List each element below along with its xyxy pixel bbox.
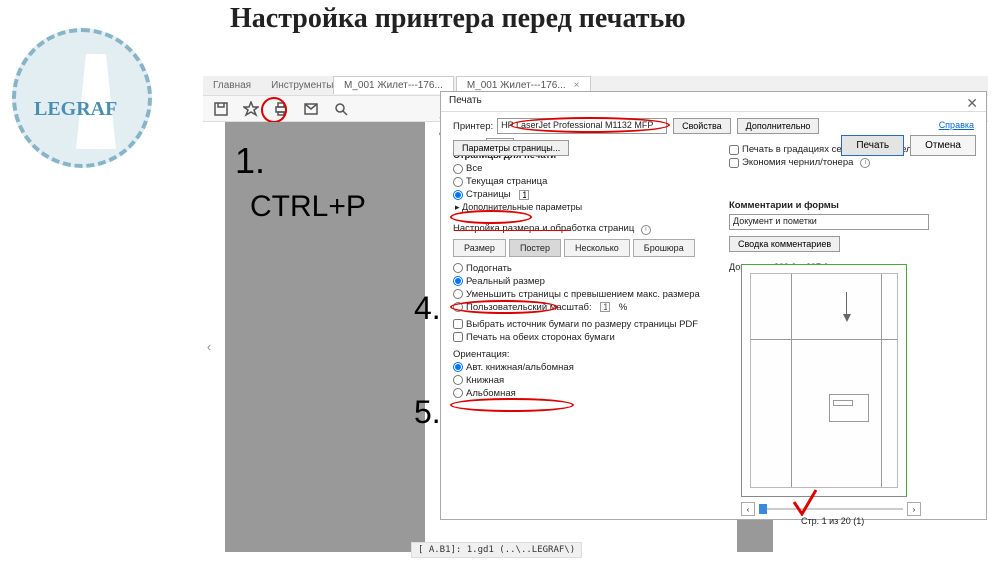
size-mode-multi[interactable]: Несколько	[564, 239, 630, 257]
annotation-4: 4.	[414, 290, 441, 327]
printer-label: Принтер:	[453, 121, 493, 132]
annotation-5: 5.	[414, 394, 441, 431]
comments-summary-button[interactable]: Сводка комментариев	[729, 236, 840, 252]
size-mode-poster[interactable]: Постер	[509, 239, 561, 257]
radio-realsize[interactable]: Реальный размер	[453, 276, 723, 287]
radio-pages[interactable]: Страницы	[453, 189, 723, 200]
annotation-checkmark	[792, 488, 818, 516]
annotation-ellipse-pages	[450, 210, 532, 224]
size-section-label: Настройка размера и обработка страниц i	[453, 223, 723, 235]
checkbox-papersrc[interactable]: Выбрать источник бумаги по размеру стран…	[453, 319, 723, 330]
size-mode-size[interactable]: Размер	[453, 239, 506, 257]
star-icon[interactable]	[243, 101, 259, 117]
save-icon[interactable]	[213, 101, 229, 117]
info-icon[interactable]: i	[641, 225, 651, 235]
slider-prev-icon[interactable]: ‹	[741, 502, 755, 516]
search-icon[interactable]	[333, 101, 349, 117]
size-mode-brochure[interactable]: Брошюра	[633, 239, 695, 257]
print-button[interactable]: Печать	[841, 135, 904, 156]
preview-zoom-slider[interactable]: ‹ ›	[741, 502, 921, 516]
annotation-circle-print	[261, 97, 287, 123]
advanced-button[interactable]: Дополнительно	[737, 118, 820, 134]
radio-fit[interactable]: Подогнать	[453, 263, 723, 274]
annotation-underline-params	[454, 230, 570, 231]
info-icon[interactable]: i	[860, 158, 870, 168]
pages-input[interactable]	[519, 190, 529, 200]
dialog-titlebar: Печать ✕	[441, 92, 986, 112]
radio-shrink[interactable]: Уменьшить страницы с превышением макс. р…	[453, 289, 723, 300]
annotation-1: 1.	[235, 140, 265, 182]
slider-track[interactable]	[759, 508, 903, 510]
slider-next-icon[interactable]: ›	[907, 502, 921, 516]
radio-orient-auto[interactable]: Авт. книжная/альбомная	[453, 362, 723, 373]
legraf-logo: LEGRAF	[12, 28, 152, 168]
annotation-ellipse-orientation	[450, 398, 574, 412]
tab-file-1[interactable]: M_001 Жилет---176...	[333, 76, 454, 94]
logo-circle: LEGRAF	[12, 28, 152, 168]
orientation-label: Ориентация:	[453, 349, 723, 360]
radio-orient-portrait[interactable]: Книжная	[453, 375, 723, 386]
tab-close-icon[interactable]: ×	[574, 80, 580, 91]
radio-current[interactable]: Текущая страница	[453, 176, 723, 187]
close-icon[interactable]: ✕	[966, 95, 978, 112]
cancel-button[interactable]: Отмена	[910, 135, 976, 156]
annotation-ellipse-printer	[510, 117, 670, 133]
page-prev-icon[interactable]: ‹	[207, 340, 215, 352]
annotation-ctrlp: CTRL+P	[250, 190, 366, 224]
preview-page	[750, 273, 898, 488]
comments-section-label: Комментарии и формы	[729, 200, 969, 211]
print-preview	[741, 264, 907, 497]
checkbox-duplex[interactable]: Печать на обеих сторонах бумаги	[453, 332, 723, 343]
slider-thumb[interactable]	[759, 504, 767, 514]
page-counter: Стр. 1 из 20 (1)	[801, 516, 864, 526]
document-background	[225, 122, 425, 552]
scale-input	[600, 302, 610, 312]
properties-button[interactable]: Свойства	[673, 118, 731, 134]
mail-icon[interactable]	[303, 101, 319, 117]
menu-tools[interactable]: Инструменты	[261, 80, 343, 91]
radio-orient-landscape[interactable]: Альбомная	[453, 388, 723, 399]
logo-text: LEGRAF	[34, 98, 117, 121]
help-link[interactable]: Справка	[939, 120, 974, 130]
radio-all[interactable]: Все	[453, 163, 723, 174]
page-title: Настройка принтера перед печатью	[230, 3, 686, 35]
menu-main[interactable]: Главная	[203, 80, 261, 91]
dialog-title: Печать	[449, 95, 482, 106]
arrow-down-icon	[843, 314, 851, 322]
status-bar: [ A.B1]: 1.gd1 (..\..LEGRAF\)	[411, 542, 582, 558]
checkbox-inksave[interactable]: Экономия чернил/тонераi	[729, 157, 969, 168]
annotation-ellipse-realsize	[450, 300, 558, 314]
page-setup-button[interactable]: Параметры страницы...	[453, 140, 569, 156]
comments-select[interactable]: Документ и пометки	[729, 214, 929, 230]
